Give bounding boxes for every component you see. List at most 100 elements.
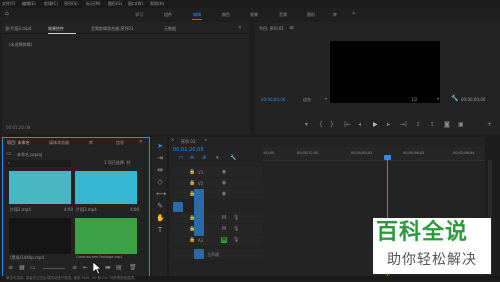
workspace-assembly[interactable]: 组件: [164, 13, 172, 17]
timeline-menu-icon[interactable]: ≡: [204, 138, 207, 142]
lift-icon[interactable]: ⇧: [416, 122, 421, 128]
program-timecode[interactable]: 00;00;00;00: [261, 98, 285, 102]
lock-icon[interactable]: 🔒: [189, 169, 195, 175]
time-ruler[interactable]: :00;00 00;00;32;00 00;00;64;02 00;00;96;…: [263, 147, 485, 161]
freeform-view-icon[interactable]: ▭: [30, 265, 36, 271]
track-header-master[interactable]: 主声道: [171, 249, 263, 259]
add-button-icon[interactable]: +: [487, 122, 492, 128]
eye-icon[interactable]: ◉: [221, 180, 227, 186]
fit-dropdown-chevron-icon[interactable]: ▾: [325, 97, 327, 101]
step-back-icon[interactable]: ◂: [358, 122, 361, 128]
menu-file[interactable]: 文件(F): [2, 2, 15, 6]
go-to-out-icon[interactable]: →|: [400, 122, 407, 128]
resolution-dropdown[interactable]: 1/2: [411, 98, 417, 102]
workspace-graphics[interactable]: 图形: [307, 13, 315, 17]
tab-audio-mixer[interactable]: 音频剪辑混合器:序列01: [91, 27, 133, 31]
tab-project[interactable]: 项目: 未命名: [7, 141, 30, 145]
menu-graphics[interactable]: 图形(G): [108, 2, 122, 6]
tab-libraries[interactable]: 库: [89, 141, 93, 145]
mute-icon[interactable]: M: [221, 215, 227, 221]
track-header-v1[interactable]: 🔒 V1 ◉: [171, 189, 263, 199]
clip-thumb[interactable]: [9, 218, 71, 254]
new-bin-icon[interactable]: ▬: [105, 265, 111, 271]
new-item-icon[interactable]: ▤: [116, 265, 122, 271]
track-header-v2[interactable]: 🔒 V2 ◉: [171, 178, 263, 188]
lock-icon[interactable]: 🔒: [189, 180, 195, 186]
eye-icon[interactable]: ◉: [221, 191, 227, 197]
mic-icon[interactable]: 🎙: [233, 226, 239, 232]
menu-marker[interactable]: 标记(M): [86, 2, 101, 6]
timeline-timecode[interactable]: 00;01;20;08: [173, 148, 204, 153]
project-menu-more-icon[interactable]: »: [139, 139, 143, 145]
list-view-icon[interactable]: ≡: [8, 265, 13, 271]
ripple-edit-tool-icon[interactable]: ⇹: [156, 166, 164, 174]
track-header-a1[interactable]: 🔒 A1 M 🎙: [171, 213, 263, 223]
clip-thumb[interactable]: [75, 171, 137, 204]
hand-tool-icon[interactable]: ✋: [156, 214, 165, 222]
close-icon[interactable]: ×: [171, 138, 174, 142]
track-header-a3[interactable]: 🔒 A3 M 🎙: [171, 235, 263, 245]
workspace-effects[interactable]: 效果: [250, 13, 258, 17]
workspace-more-icon[interactable]: »: [352, 11, 356, 17]
program-menu-icon[interactable]: ≡: [289, 25, 294, 31]
go-to-in-icon[interactable]: |←: [344, 122, 351, 128]
source-patch-column[interactable]: [194, 189, 204, 236]
tab-effect-controls[interactable]: 效果控件: [48, 27, 64, 31]
tab-info[interactable]: 信息: [116, 141, 124, 145]
track-header-a2[interactable]: 🔒 A2 M 🎙: [171, 224, 263, 234]
menu-help[interactable]: 帮助(H): [150, 2, 164, 6]
slip-tool-icon[interactable]: ⟷: [156, 190, 166, 198]
clip-thumb[interactable]: [75, 218, 137, 254]
mute-icon[interactable]: M: [221, 226, 227, 232]
compare-icon[interactable]: ▣: [458, 122, 464, 128]
mute-icon[interactable]: M: [221, 237, 227, 243]
selection-tool-icon[interactable]: ➤: [156, 142, 164, 150]
track-header-v3[interactable]: 🔒 V3 ◉: [171, 167, 263, 177]
razor-tool-icon[interactable]: ◇: [156, 178, 164, 186]
home-icon[interactable]: ⌂: [5, 11, 9, 17]
fit-dropdown[interactable]: 适合: [303, 98, 311, 102]
clip-thumb[interactable]: [9, 171, 71, 204]
sequence-tab[interactable]: 序列 01: [181, 140, 195, 144]
automate-to-sequence-icon[interactable]: ⇤: [83, 265, 88, 271]
add-marker-timeline-icon[interactable]: ▾: [216, 156, 219, 161]
nest-toggle-icon[interactable]: ⊓: [179, 156, 183, 161]
wrench-icon[interactable]: 🔧: [451, 96, 458, 102]
mark-out-icon[interactable]: }: [330, 122, 334, 128]
play-icon[interactable]: ▶: [373, 122, 378, 128]
linked-selection-icon[interactable]: ⊕: [202, 156, 206, 161]
program-title[interactable]: 节目: 序列 01: [259, 27, 284, 31]
workspace-audio[interactable]: 音频: [279, 13, 287, 17]
master-patch[interactable]: [194, 249, 204, 259]
icon-view-icon[interactable]: ▦: [19, 265, 25, 271]
menu-clip[interactable]: 剪辑(C): [44, 2, 58, 6]
eye-icon[interactable]: ◉: [221, 169, 227, 175]
menu-edit[interactable]: 编辑(E): [22, 2, 36, 6]
mic-icon[interactable]: 🎙: [233, 215, 239, 221]
pen-tool-icon[interactable]: ✎: [156, 202, 164, 210]
search-icon[interactable]: ⌕: [8, 161, 10, 165]
track-select-tool-icon[interactable]: ⇥: [156, 154, 164, 162]
settings-wrench-icon[interactable]: 🔧: [230, 156, 236, 161]
trash-icon[interactable]: 🗑: [129, 265, 137, 271]
workspace-learning[interactable]: 学习: [135, 13, 143, 17]
tab-media-browser[interactable]: 媒体浏览器: [49, 141, 69, 145]
tab-source[interactable]: 源:片段2.mp4: [5, 27, 31, 31]
step-forward-icon[interactable]: ▸: [387, 122, 390, 128]
tab-metadata[interactable]: 元数据: [164, 27, 176, 31]
sort-icons-icon[interactable]: ≡: [72, 265, 77, 271]
playhead-handle[interactable]: [384, 155, 391, 160]
menu-window[interactable]: 窗口(W): [128, 2, 143, 6]
mic-icon[interactable]: 🎙: [233, 237, 239, 243]
workspace-color[interactable]: 颜色: [222, 13, 230, 17]
project-search-input[interactable]: [6, 160, 71, 167]
export-frame-icon[interactable]: ◙: [444, 122, 450, 128]
mark-in-icon[interactable]: {: [319, 122, 323, 128]
source-patch-v1[interactable]: [173, 202, 183, 212]
zoom-slider[interactable]: [43, 268, 65, 269]
extract-icon[interactable]: ⇪: [430, 122, 435, 128]
workspace-libraries[interactable]: 库: [333, 13, 337, 17]
resolution-chevron-icon[interactable]: ▾: [437, 97, 439, 101]
snap-icon[interactable]: ⋒: [190, 156, 194, 161]
workspace-editing[interactable]: 编辑: [193, 13, 201, 17]
